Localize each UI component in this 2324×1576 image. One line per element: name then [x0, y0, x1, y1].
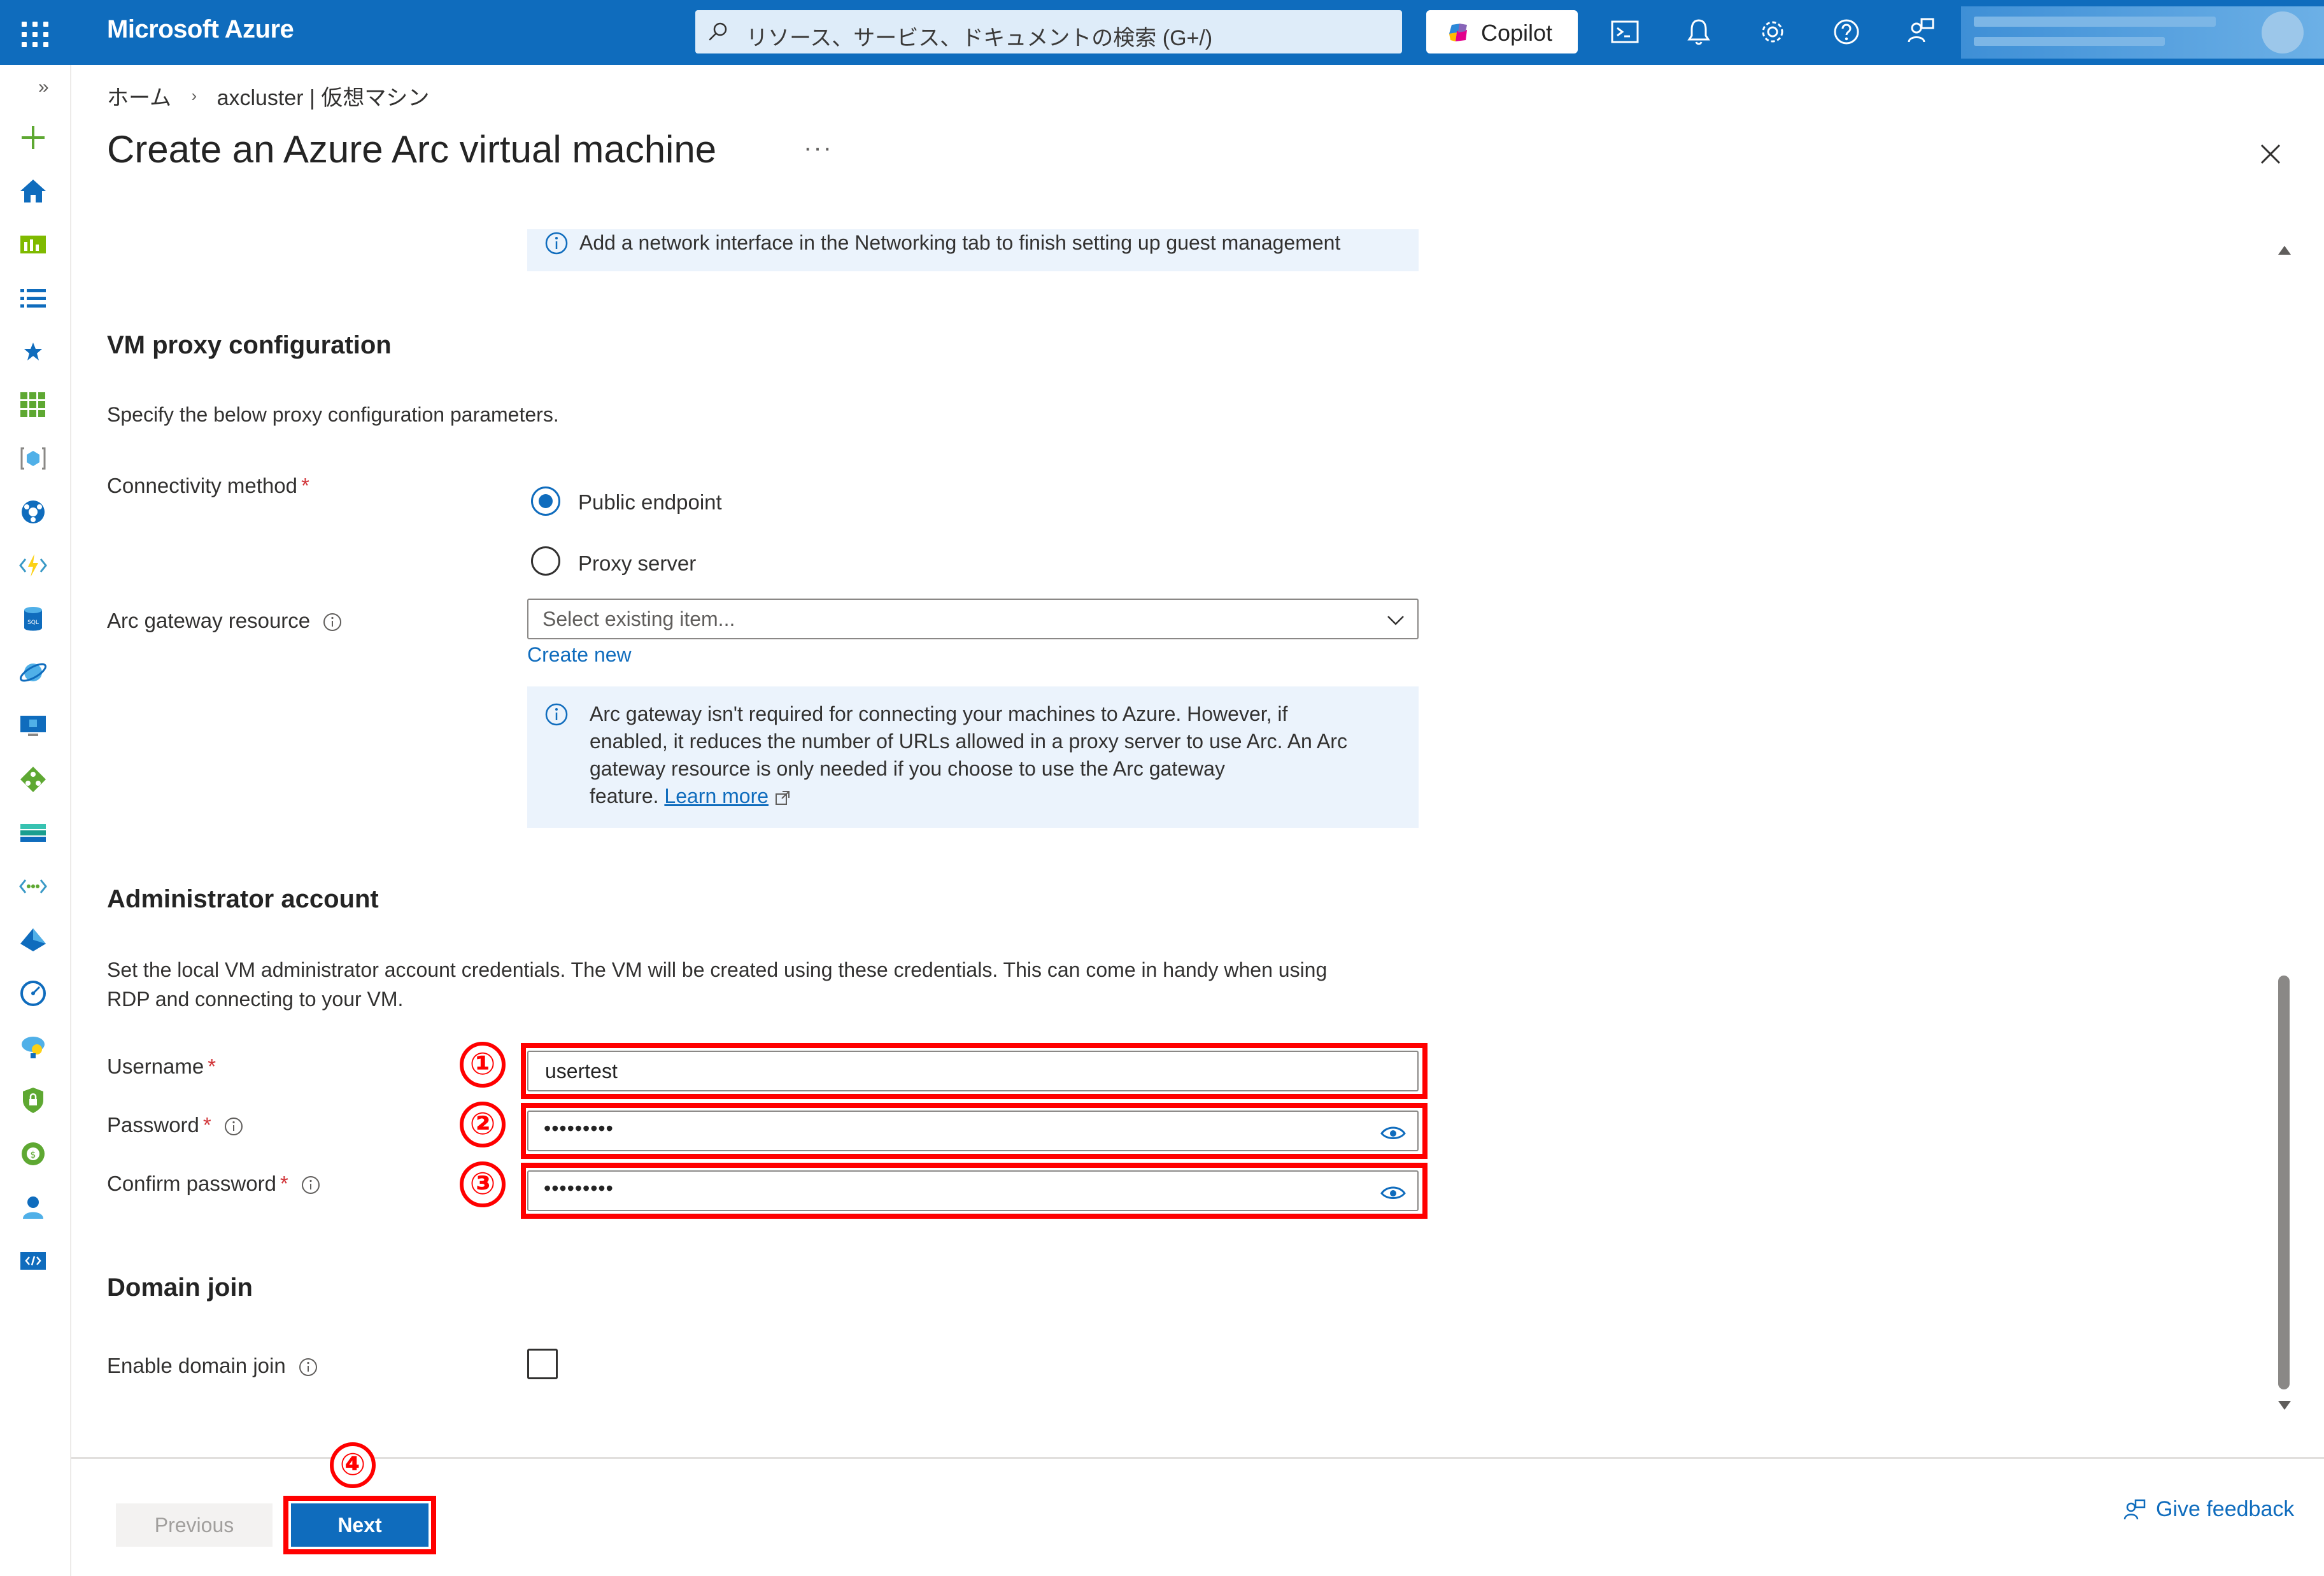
step-badge-3: ③: [460, 1161, 506, 1207]
feedback-person-icon: [2123, 1499, 2146, 1520]
chevron-down-icon: [1387, 616, 1404, 625]
password-label: Password *: [107, 1113, 244, 1137]
step-badge-4: ④: [330, 1442, 376, 1488]
admin-section-heading: Administrator account: [107, 885, 379, 913]
expand-menu-icon[interactable]: »: [38, 76, 49, 98]
breadcrumb-current[interactable]: axcluster | 仮想マシン: [217, 80, 430, 111]
highlight-next-button: [283, 1496, 436, 1554]
feedback-person-icon[interactable]: [1902, 14, 1938, 50]
defender-shield-icon[interactable]: [17, 1084, 50, 1117]
proxy-server-radio[interactable]: [531, 546, 560, 576]
proxy-section-heading: VM proxy configuration: [107, 331, 392, 359]
help-icon[interactable]: [1829, 14, 1864, 50]
favorites-star-icon[interactable]: [17, 335, 50, 368]
scroll-down-icon[interactable]: [2277, 1400, 2292, 1412]
load-balancer-icon[interactable]: [17, 763, 50, 796]
cosmos-db-icon[interactable]: [17, 656, 50, 689]
resource-groups-icon[interactable]: [17, 442, 50, 475]
public-endpoint-radio[interactable]: [531, 486, 560, 516]
more-options-button[interactable]: ···: [804, 134, 833, 162]
sql-database-icon[interactable]: SQL: [17, 602, 50, 635]
arc-gateway-placeholder: Select existing item...: [542, 607, 735, 630]
external-link-icon: [776, 790, 790, 805]
confirm-password-label: Confirm password *: [107, 1172, 321, 1196]
domain-section-heading: Domain join: [107, 1274, 253, 1302]
copilot-icon: [1449, 24, 1467, 41]
enable-domain-join-label: Enable domain join: [107, 1354, 318, 1378]
virtual-machines-icon[interactable]: [17, 709, 50, 742]
scrollbar[interactable]: [2272, 237, 2297, 1421]
learn-more-link[interactable]: Learn more: [664, 784, 769, 807]
virtual-networks-icon[interactable]: [17, 870, 50, 903]
storage-accounts-icon[interactable]: [17, 816, 50, 849]
scroll-up-icon[interactable]: [2277, 243, 2292, 256]
info-icon[interactable]: [298, 1357, 318, 1377]
search-box[interactable]: リソース、サービス、ドキュメントの検索 (G+/): [695, 10, 1402, 53]
bell-icon[interactable]: [1681, 14, 1717, 50]
avatar[interactable]: [2262, 11, 2304, 53]
app-launcher-icon[interactable]: [18, 18, 48, 47]
entra-id-icon[interactable]: [17, 923, 50, 956]
brand-title[interactable]: Microsoft Azure: [107, 15, 294, 44]
step-badge-2: ②: [460, 1102, 506, 1147]
breadcrumb-home[interactable]: ホーム: [107, 80, 171, 111]
all-services-icon[interactable]: [17, 281, 50, 315]
public-endpoint-label[interactable]: Public endpoint: [578, 490, 722, 515]
network-info-banner: Add a network interface in the Networkin…: [527, 229, 1419, 271]
footer-bar: ④ Previous Next Give feedback: [71, 1442, 2324, 1576]
advisor-icon[interactable]: [17, 1030, 50, 1063]
copilot-label: Copilot: [1481, 20, 1553, 46]
scroll-thumb[interactable]: [2278, 976, 2290, 1389]
arc-gateway-info-banner: Arc gateway isn't required for connectin…: [527, 686, 1419, 828]
arc-gateway-info-text: Arc gateway isn't required for connectin…: [590, 702, 1347, 807]
proxy-description: Specify the below proxy configuration pa…: [107, 403, 559, 426]
create-new-link[interactable]: Create new: [527, 643, 632, 667]
arc-gateway-label: Arc gateway resource: [107, 609, 343, 633]
step-badge-1: ①: [460, 1042, 506, 1088]
info-icon: [545, 703, 568, 726]
info-icon[interactable]: [301, 1175, 321, 1195]
left-navigation-rail: » SQL $: [0, 65, 71, 1576]
username-label: Username *: [107, 1054, 216, 1078]
create-resource-icon[interactable]: [17, 121, 50, 154]
copilot-button[interactable]: Copilot: [1426, 10, 1578, 53]
info-icon[interactable]: [322, 612, 343, 632]
svg-text:SQL: SQL: [27, 620, 39, 626]
previous-button[interactable]: Previous: [116, 1503, 273, 1547]
devops-code-icon[interactable]: [17, 1244, 50, 1277]
monitor-icon[interactable]: [17, 977, 50, 1010]
svg-text:$: $: [31, 1150, 36, 1160]
info-icon: [545, 232, 568, 255]
close-icon[interactable]: [2253, 136, 2288, 172]
breadcrumb-separator: ›: [191, 86, 197, 105]
form-content: Add a network interface in the Networkin…: [71, 229, 2274, 1426]
give-feedback-link[interactable]: Give feedback: [2122, 1497, 2294, 1523]
cloud-shell-icon[interactable]: [1607, 14, 1643, 50]
home-icon[interactable]: [17, 174, 50, 208]
dashboard-icon[interactable]: [17, 228, 50, 261]
arc-gateway-dropdown[interactable]: Select existing item...: [527, 599, 1419, 639]
cost-management-icon[interactable]: $: [17, 1137, 50, 1170]
highlight-confirm-password: [521, 1163, 1428, 1219]
page-title: Create an Azure Arc virtual machine: [107, 128, 717, 171]
user-icon[interactable]: [17, 1191, 50, 1224]
highlight-password: [521, 1103, 1428, 1159]
enable-domain-join-checkbox[interactable]: [527, 1349, 558, 1379]
admin-description: Set the local VM administrator account c…: [107, 958, 1328, 1011]
functions-icon[interactable]: [17, 549, 50, 582]
highlight-username: [521, 1043, 1428, 1099]
connectivity-method-label: Connectivity method *: [107, 474, 309, 497]
top-bar: Microsoft Azure リソース、サービス、ドキュメントの検索 (G+/…: [0, 0, 2324, 65]
info-icon[interactable]: [223, 1116, 244, 1137]
search-input[interactable]: リソース、サービス、ドキュメントの検索 (G+/): [746, 20, 1212, 52]
kubernetes-icon[interactable]: [17, 495, 50, 529]
search-icon: [709, 22, 727, 41]
all-resources-grid-icon[interactable]: [17, 388, 50, 422]
network-info-text: Add a network interface in the Networkin…: [579, 231, 1341, 254]
breadcrumb: ホーム › axcluster | 仮想マシン: [107, 80, 429, 111]
proxy-server-label[interactable]: Proxy server: [578, 551, 696, 576]
gear-icon[interactable]: [1755, 14, 1790, 50]
